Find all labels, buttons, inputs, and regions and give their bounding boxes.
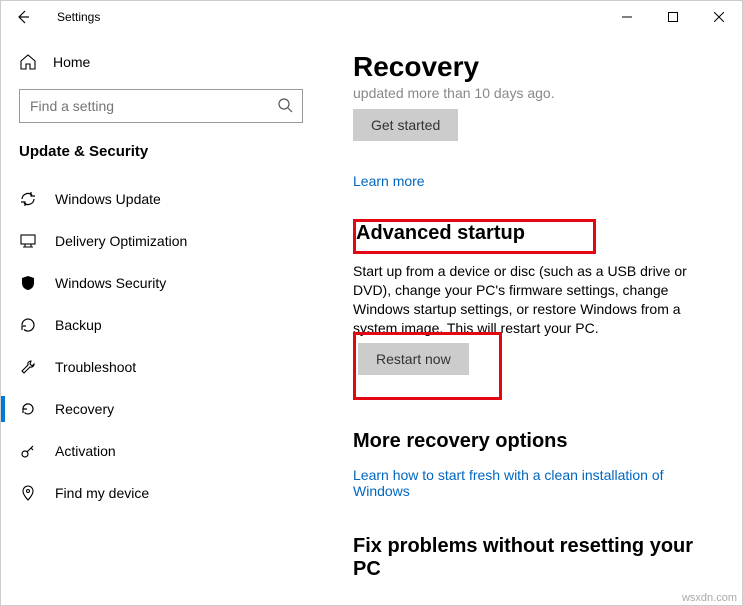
location-icon (19, 484, 37, 502)
nav-windows-security[interactable]: Windows Security (1, 262, 321, 304)
more-recovery-heading: More recovery options (353, 430, 710, 453)
home-button[interactable]: Home (1, 43, 321, 81)
restart-now-button[interactable]: Restart now (358, 343, 469, 375)
shield-icon (19, 274, 37, 292)
close-icon (714, 12, 724, 22)
delivery-icon (19, 232, 37, 250)
nav-label: Find my device (55, 485, 149, 501)
search-input[interactable] (19, 89, 303, 123)
maximize-button[interactable] (650, 1, 696, 33)
nav-activation[interactable]: Activation (1, 430, 321, 472)
search-icon (277, 97, 293, 113)
nav-backup[interactable]: Backup (1, 304, 321, 346)
sync-icon (19, 190, 37, 208)
nav-windows-update[interactable]: Windows Update (1, 178, 321, 220)
wrench-icon (19, 358, 37, 376)
nav-label: Backup (55, 317, 102, 333)
home-icon (19, 53, 37, 71)
titlebar: Settings (1, 1, 742, 33)
nav-find-my-device[interactable]: Find my device (1, 472, 321, 514)
home-label: Home (53, 54, 90, 70)
nav-label: Recovery (55, 401, 114, 417)
nav-label: Activation (55, 443, 116, 459)
nav-label: Delivery Optimization (55, 233, 187, 249)
backup-icon (19, 316, 37, 334)
content-pane: Recovery updated more than 10 days ago. … (321, 33, 742, 605)
section-header: Update & Security (1, 137, 321, 178)
nav-list: Windows Update Delivery Optimization Win… (1, 178, 321, 605)
sidebar: Home Update & Security Windows Update (1, 33, 321, 605)
nav-label: Troubleshoot (55, 359, 136, 375)
advanced-startup-heading: Advanced startup (356, 222, 525, 245)
fresh-install-link[interactable]: Learn how to start fresh with a clean in… (353, 467, 710, 499)
nav-label: Windows Update (55, 191, 161, 207)
fix-problems-heading: Fix problems without resetting your PC (353, 535, 710, 581)
minimize-icon (622, 12, 632, 22)
highlight-restart-now: Restart now (353, 332, 502, 400)
watermark: wsxdn.com (682, 592, 737, 604)
highlight-advanced-startup: Advanced startup (353, 219, 596, 254)
close-button[interactable] (696, 1, 742, 33)
key-icon (19, 442, 37, 460)
nav-delivery-optimization[interactable]: Delivery Optimization (1, 220, 321, 262)
back-button[interactable] (9, 3, 37, 31)
nav-troubleshoot[interactable]: Troubleshoot (1, 346, 321, 388)
window-title: Settings (57, 10, 100, 24)
advanced-startup-desc: Start up from a device or disc (such as … (353, 262, 710, 338)
learn-more-link[interactable]: Learn more (353, 173, 425, 189)
arrow-left-icon (16, 10, 30, 24)
recovery-icon (19, 400, 37, 418)
nav-label: Windows Security (55, 275, 166, 291)
get-started-button[interactable]: Get started (353, 109, 458, 141)
reset-cutoff-text: updated more than 10 days ago. (353, 85, 710, 101)
minimize-button[interactable] (604, 1, 650, 33)
page-title: Recovery (353, 51, 710, 83)
nav-recovery[interactable]: Recovery (1, 388, 321, 430)
maximize-icon (668, 12, 678, 22)
search-box (19, 89, 303, 123)
